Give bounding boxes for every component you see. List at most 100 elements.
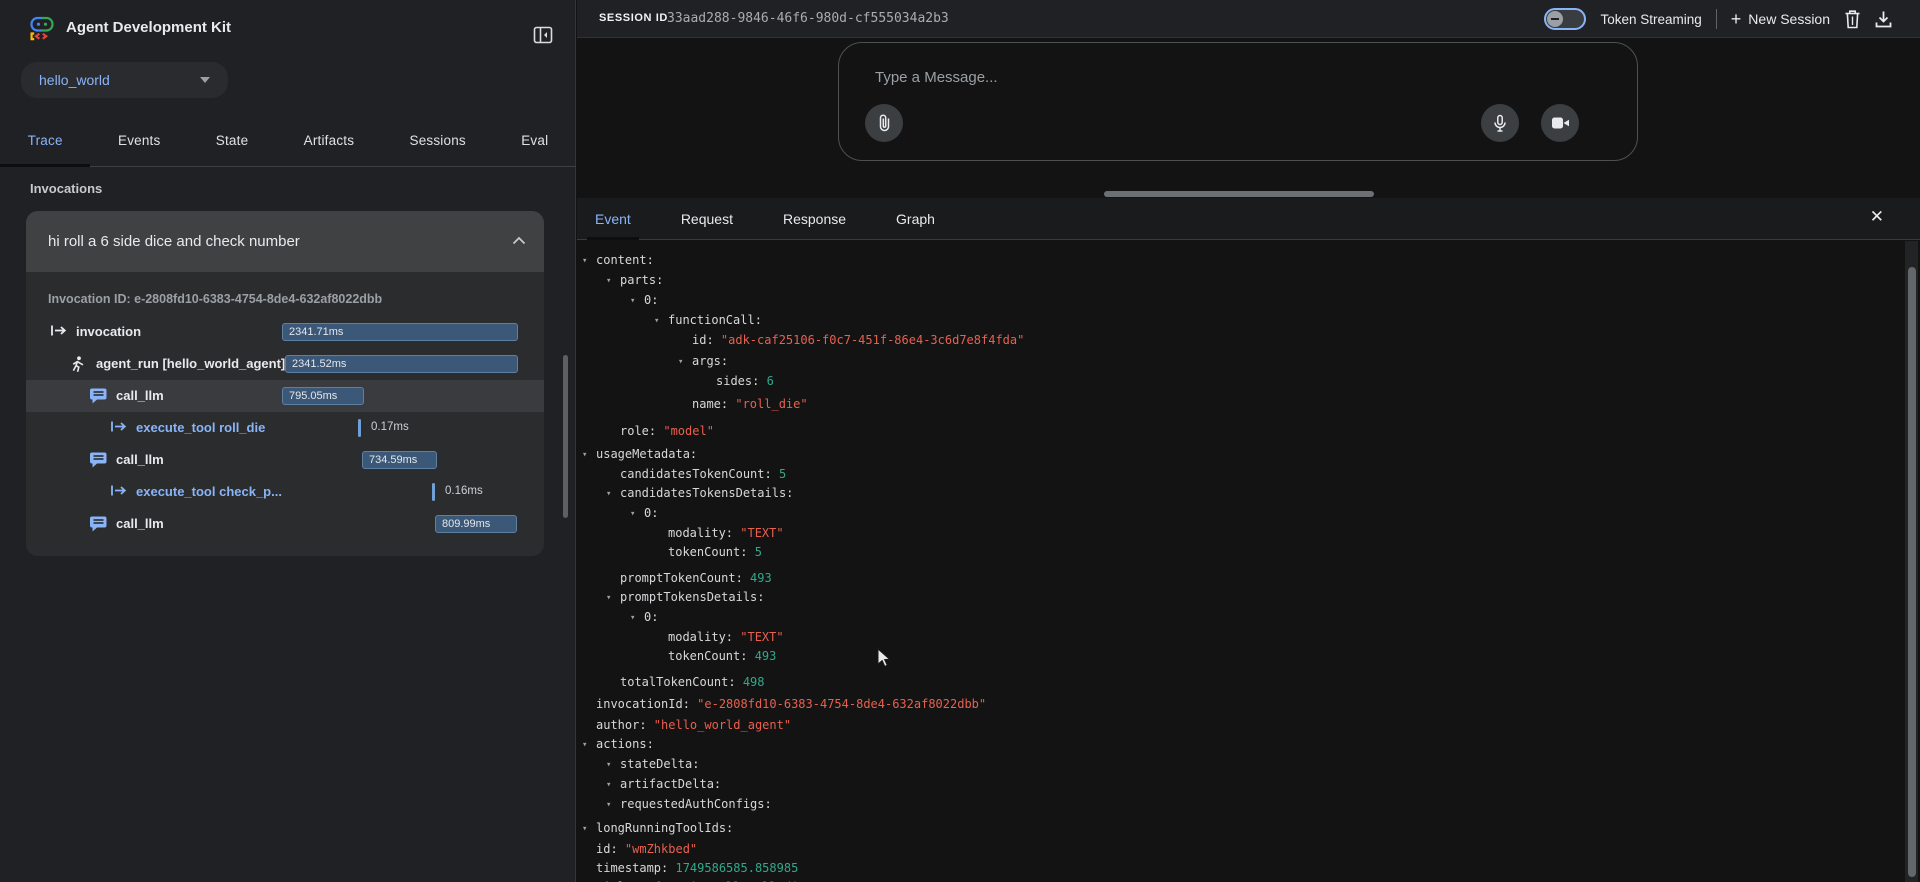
tree-key: candidatesTokensDetails: bbox=[620, 486, 793, 500]
tree-collapse-icon[interactable]: ▾ bbox=[606, 776, 620, 795]
tree-row: ▾requestedAuthConfigs: bbox=[582, 795, 1024, 815]
tree-key: functionCall: bbox=[668, 313, 762, 327]
tree-collapse-icon[interactable]: ▾ bbox=[630, 609, 644, 628]
tree-key: timestamp: bbox=[596, 861, 668, 875]
tree-collapse-icon[interactable]: ▾ bbox=[630, 505, 644, 524]
tree-collapse-icon[interactable]: ▾ bbox=[606, 796, 620, 815]
video-camera-icon bbox=[1551, 116, 1570, 130]
sidebar-tab-artifacts[interactable]: Artifacts bbox=[304, 115, 355, 148]
detail-tab-response[interactable]: Response bbox=[783, 198, 846, 240]
video-button[interactable] bbox=[1541, 104, 1579, 142]
new-session-button[interactable]: + New Session bbox=[1731, 11, 1830, 27]
tree-row: ▾actions: bbox=[582, 735, 1024, 755]
sidebar-tab-sessions[interactable]: Sessions bbox=[410, 115, 466, 148]
tree-key: id: bbox=[596, 842, 618, 856]
chevron-up-icon[interactable] bbox=[512, 236, 526, 245]
trace-span-label: invocation bbox=[76, 324, 141, 339]
tree-collapse-icon[interactable]: ▾ bbox=[582, 252, 596, 271]
tree-value: 493 bbox=[747, 649, 776, 663]
tree-key: modality: bbox=[668, 526, 733, 540]
header-divider bbox=[1716, 9, 1717, 29]
trace-duration-bar: 2341.71ms bbox=[282, 323, 518, 341]
tree-row: totalTokenCount: 498 bbox=[582, 673, 1024, 692]
tree-value: "adk-caf25106-f0c7-451f-86e4-3c6d7e8f4fd… bbox=[714, 333, 1025, 347]
span-arrow-icon bbox=[50, 324, 68, 342]
invocation-header[interactable]: hi roll a 6 side dice and check number bbox=[26, 211, 544, 272]
tree-value: 5 bbox=[747, 545, 761, 559]
trace-span-label: agent_run [hello_world_agent] bbox=[96, 356, 285, 371]
tree-key: role: bbox=[620, 424, 656, 438]
tree-value: 5 bbox=[772, 467, 786, 481]
llm-chat-icon bbox=[90, 388, 107, 409]
trace-duration-bar bbox=[432, 483, 435, 501]
export-session-button[interactable] bbox=[1875, 10, 1892, 28]
tree-key: author: bbox=[596, 718, 647, 732]
tree-collapse-icon[interactable]: ▾ bbox=[582, 820, 596, 839]
tree-value: "e-2808fd10-6383-4754-8de4-632af8022dbb" bbox=[690, 697, 986, 711]
new-session-label: New Session bbox=[1748, 11, 1830, 27]
tree-value: "wmZhkbed" bbox=[618, 842, 697, 856]
tree-collapse-icon[interactable]: ▾ bbox=[654, 312, 668, 331]
paperclip-icon bbox=[876, 113, 892, 133]
sidebar-tab-eval[interactable]: Eval bbox=[521, 115, 548, 148]
token-streaming-toggle[interactable] bbox=[1544, 8, 1586, 30]
attach-file-button[interactable] bbox=[865, 104, 903, 142]
tree-row: ▾functionCall: bbox=[582, 311, 1024, 331]
collapse-sidebar-icon[interactable] bbox=[533, 25, 553, 45]
tree-key: usageMetadata: bbox=[596, 447, 697, 461]
tree-value: 493 bbox=[743, 571, 772, 585]
tree-row: id: "wmZhkbed" bbox=[582, 840, 1024, 859]
trace-row-execute_tool[interactable]: execute_tool roll_die0.17ms bbox=[26, 412, 544, 444]
tree-key: totalTokenCount: bbox=[620, 675, 736, 689]
tree-collapse-icon[interactable]: ▾ bbox=[678, 353, 692, 372]
tree-collapse-icon[interactable]: ▾ bbox=[606, 485, 620, 504]
trace-span-label: call_llm bbox=[116, 516, 164, 531]
trace-row-invocation[interactable]: invocation 2341.71ms bbox=[26, 316, 544, 348]
event-json-tree: ▾content:▾parts:▾0:▾functionCall:id: "ad… bbox=[582, 251, 1024, 882]
trace-row-call_llm[interactable]: call_llm734.59ms bbox=[26, 444, 544, 476]
trace-row-call_llm[interactable]: call_llm795.05ms bbox=[26, 380, 544, 412]
sidebar-tab-trace[interactable]: Trace bbox=[28, 115, 63, 148]
main-panel: SESSION ID 33aad288-9846-46f6-980d-cf555… bbox=[577, 0, 1920, 882]
trace-span-label: call_llm bbox=[116, 452, 164, 467]
sidebar-tabs: Trace Events State Artifacts Sessions Eval bbox=[0, 115, 576, 167]
tree-collapse-icon[interactable]: ▾ bbox=[606, 589, 620, 608]
tree-row: ▾0: bbox=[582, 291, 1024, 311]
plus-icon: + bbox=[1731, 12, 1742, 26]
llm-chat-icon bbox=[90, 516, 107, 537]
trace-row-agent_run[interactable]: agent_run [hello_world_agent]2341.52ms bbox=[26, 348, 544, 380]
microphone-button[interactable] bbox=[1481, 104, 1519, 142]
detail-scrollbar[interactable] bbox=[1908, 267, 1916, 877]
sidebar-tab-events[interactable]: Events bbox=[118, 115, 160, 148]
tree-value: 6 bbox=[759, 374, 773, 388]
trace-row-execute_tool[interactable]: execute_tool check_p...0.16ms bbox=[26, 476, 544, 508]
tree-key: args: bbox=[692, 354, 728, 368]
close-detail-button[interactable]: ✕ bbox=[1870, 207, 1884, 227]
tree-collapse-icon[interactable]: ▾ bbox=[630, 292, 644, 311]
agent-select-dropdown[interactable]: hello_world bbox=[21, 62, 228, 98]
tree-collapse-icon[interactable]: ▾ bbox=[606, 272, 620, 291]
delete-session-button[interactable] bbox=[1844, 10, 1861, 29]
tree-row: invocationId: "e-2808fd10-6383-4754-8de4… bbox=[582, 695, 1024, 714]
sidebar-tab-state[interactable]: State bbox=[216, 115, 249, 148]
chat-horizontal-scrollbar[interactable] bbox=[1104, 191, 1374, 197]
trace-row-call_llm[interactable]: call_llm809.99ms bbox=[26, 508, 544, 540]
adk-web-app: Agent Development Kit hello_world Trace E… bbox=[0, 0, 1920, 882]
sidebar-header: Agent Development Kit bbox=[0, 0, 575, 56]
tree-row: name: "roll_die" bbox=[582, 395, 1024, 414]
sidebar-scrollbar[interactable] bbox=[563, 355, 568, 518]
tree-key: 0: bbox=[644, 293, 658, 307]
detail-tab-graph[interactable]: Graph bbox=[896, 198, 935, 240]
message-input[interactable]: Type a Message... bbox=[875, 69, 998, 86]
tree-row: tokenCount: 493 bbox=[582, 647, 1024, 666]
tree-collapse-icon[interactable]: ▾ bbox=[582, 446, 596, 465]
tree-key: content: bbox=[596, 253, 654, 267]
detail-tab-event[interactable]: Event bbox=[595, 198, 631, 240]
tree-collapse-icon[interactable]: ▾ bbox=[606, 756, 620, 775]
tree-collapse-icon[interactable]: ▾ bbox=[582, 736, 596, 755]
trace-span-label: execute_tool check_p... bbox=[136, 484, 282, 499]
session-id-label: SESSION ID bbox=[599, 12, 668, 24]
detail-tab-request[interactable]: Request bbox=[681, 198, 733, 240]
llm-chat-icon bbox=[90, 452, 107, 473]
tree-key: modality: bbox=[668, 630, 733, 644]
